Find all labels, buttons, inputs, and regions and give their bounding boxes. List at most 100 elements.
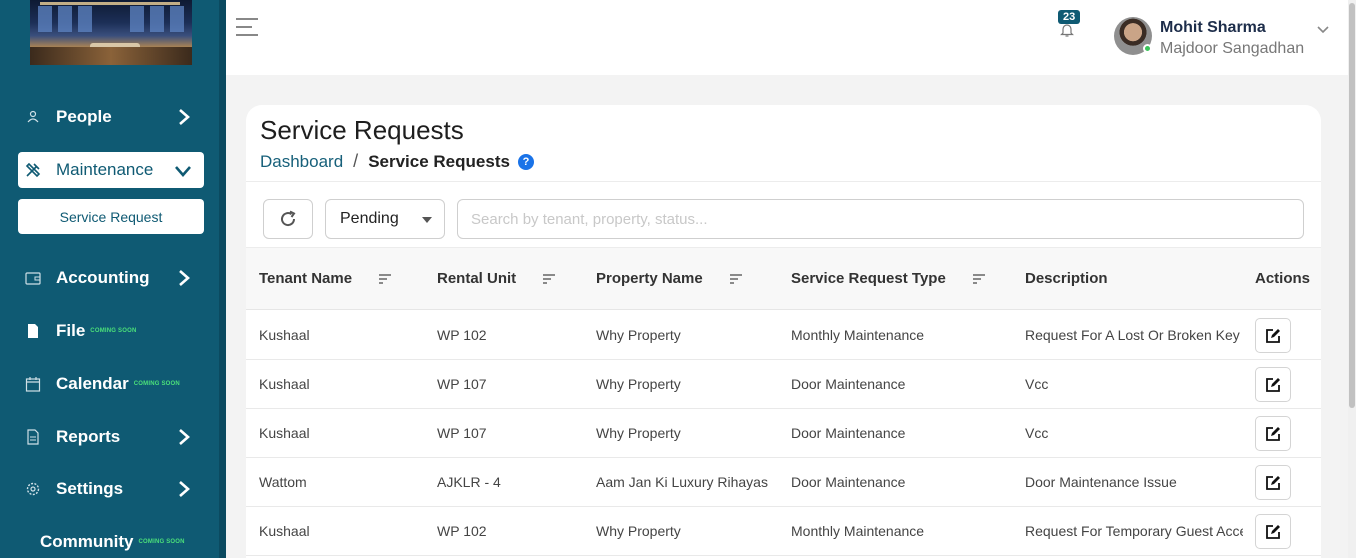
- edit-icon: [1266, 475, 1280, 490]
- status-filter-value: Pending: [340, 210, 399, 227]
- cell-rental-unit: WP 102: [437, 523, 487, 539]
- edit-button[interactable]: [1255, 318, 1291, 353]
- wallet-icon: [18, 271, 48, 285]
- breadcrumb: Dashboard / Service Requests ?: [260, 151, 534, 172]
- edit-button[interactable]: [1255, 514, 1291, 549]
- cell-tenant-name: Wattom: [259, 474, 307, 490]
- cell-description: Vcc: [1025, 425, 1049, 441]
- cell-tenant-name: Kushaal: [259, 327, 310, 343]
- search-input[interactable]: [457, 199, 1304, 239]
- brand-logo-image[interactable]: [30, 0, 192, 65]
- user-name[interactable]: Mohit Sharma: [1160, 19, 1266, 37]
- person-icon: [18, 110, 48, 124]
- file-icon: [18, 323, 48, 339]
- requests-table-panel: Pending Tenant Name Rental Unit Property…: [246, 181, 1321, 558]
- cell-tenant-name: Kushaal: [259, 376, 310, 392]
- page-title: Service Requests: [260, 115, 464, 145]
- coming-soon-badge: COMING SOON: [138, 539, 185, 545]
- sidebar-item-accounting[interactable]: Accounting: [18, 260, 204, 296]
- sidebar: People Maintenance Service Request Accou…: [0, 0, 226, 558]
- bell-icon[interactable]: [1060, 22, 1074, 43]
- sidebar-scrollbar[interactable]: [219, 0, 226, 558]
- cell-tenant-name: Kushaal: [259, 425, 310, 441]
- edit-button[interactable]: [1255, 465, 1291, 500]
- sidebar-subitem-service-request[interactable]: Service Request: [18, 199, 204, 234]
- cell-property-name: Aam Jan Ki Luxury Rihayas: [596, 474, 768, 490]
- caret-down-icon: [422, 217, 432, 223]
- cell-description: Request For Temporary Guest Access: [1025, 523, 1243, 539]
- edit-icon: [1266, 524, 1280, 539]
- cell-property-name: Why Property: [596, 327, 681, 343]
- gear-icon: [18, 481, 48, 497]
- online-status-dot: [1143, 44, 1152, 53]
- sidebar-item-people[interactable]: People: [18, 99, 204, 135]
- sidebar-item-label: People: [56, 107, 112, 126]
- column-header-service-request-type[interactable]: Service Request Type: [791, 270, 986, 287]
- cell-description: Request For A Lost Or Broken Key: [1025, 327, 1240, 343]
- coming-soon-badge: COMING SOON: [133, 381, 180, 387]
- cell-service-request-type: Door Maintenance: [791, 425, 906, 441]
- sort-icon[interactable]: [729, 273, 743, 284]
- column-header-actions: Actions: [1255, 270, 1311, 287]
- sidebar-item-label: Settings: [56, 479, 124, 498]
- sidebar-item-settings[interactable]: Settings: [18, 471, 204, 507]
- sidebar-item-reports[interactable]: Reports: [18, 419, 204, 455]
- chevron-down-icon: [174, 164, 192, 182]
- sidebar-item-community[interactable]: Community COMING SOON: [40, 524, 226, 558]
- cell-rental-unit: WP 107: [437, 376, 487, 392]
- edit-button[interactable]: [1255, 367, 1291, 402]
- sidebar-item-calendar[interactable]: Calendar COMING SOON: [18, 366, 204, 402]
- sort-icon[interactable]: [378, 273, 392, 284]
- breadcrumb-dashboard-link[interactable]: Dashboard: [260, 152, 343, 172]
- menu-toggle-icon[interactable]: [236, 18, 258, 42]
- sidebar-item-label: Reports: [56, 427, 121, 446]
- sidebar-item-label: Maintenance: [56, 160, 154, 179]
- breadcrumb-current: Service Requests: [368, 151, 510, 171]
- sidebar-item-file[interactable]: File COMING SOON: [18, 313, 204, 349]
- help-icon[interactable]: ?: [517, 153, 534, 170]
- refresh-button[interactable]: [263, 199, 313, 239]
- cell-rental-unit: WP 102: [437, 327, 487, 343]
- cell-service-request-type: Door Maintenance: [791, 376, 906, 392]
- cell-service-request-type: Monthly Maintenance: [791, 523, 925, 539]
- cell-service-request-type: Door Maintenance: [791, 474, 906, 490]
- table-row: Kushaal WP 107 Why Property Door Maintenanc…: [246, 360, 1321, 409]
- sidebar-item-maintenance[interactable]: Maintenance: [18, 152, 204, 188]
- chevron-right-icon: [178, 269, 190, 292]
- service-requests-card: Service Requests Dashboard / Service Req…: [246, 105, 1321, 558]
- chevron-down-icon[interactable]: [1316, 22, 1330, 40]
- cell-rental-unit: WP 107: [437, 425, 487, 441]
- tools-icon: [18, 161, 48, 179]
- cell-description: Vcc: [1025, 376, 1049, 392]
- edit-button[interactable]: [1255, 416, 1291, 451]
- column-header-tenant-name[interactable]: Tenant Name: [259, 270, 392, 287]
- report-icon: [18, 429, 48, 445]
- edit-icon: [1266, 426, 1280, 441]
- cell-service-request-type: Monthly Maintenance: [791, 327, 925, 343]
- table-header: Tenant Name Rental Unit Property Name Se…: [246, 247, 1321, 310]
- edit-icon: [1266, 328, 1280, 343]
- chevron-right-icon: [178, 108, 190, 131]
- table-row: Kushaal WP 102 Why Property Monthly Mainten…: [246, 311, 1321, 360]
- coming-soon-badge: COMING SOON: [90, 328, 137, 334]
- column-header-property-name[interactable]: Property Name: [596, 270, 743, 287]
- top-bar: 23 Mohit Sharma Majdoor Sangadhan: [226, 0, 1356, 75]
- cell-description: Door Maintenance Issue: [1025, 474, 1177, 490]
- sidebar-item-label: Accounting: [56, 268, 150, 287]
- sidebar-item-label: File: [56, 321, 86, 340]
- chevron-right-icon: [178, 480, 190, 503]
- column-header-rental-unit[interactable]: Rental Unit: [437, 270, 556, 287]
- sort-icon[interactable]: [542, 273, 556, 284]
- refresh-icon: [281, 210, 296, 227]
- breadcrumb-separator: /: [353, 151, 359, 171]
- cell-property-name: Why Property: [596, 523, 681, 539]
- cell-rental-unit: AJKLR - 4: [437, 474, 501, 490]
- cell-property-name: Why Property: [596, 425, 681, 441]
- column-header-description: Description: [1025, 270, 1108, 287]
- table-row: Wattom AJKLR - 4 Aam Jan Ki Luxury Rihayas…: [246, 458, 1321, 507]
- page-scrollbar[interactable]: [1348, 0, 1356, 558]
- sort-icon[interactable]: [972, 273, 986, 284]
- chevron-right-icon: [178, 428, 190, 451]
- edit-icon: [1266, 377, 1280, 392]
- status-filter-select[interactable]: Pending: [325, 199, 445, 239]
